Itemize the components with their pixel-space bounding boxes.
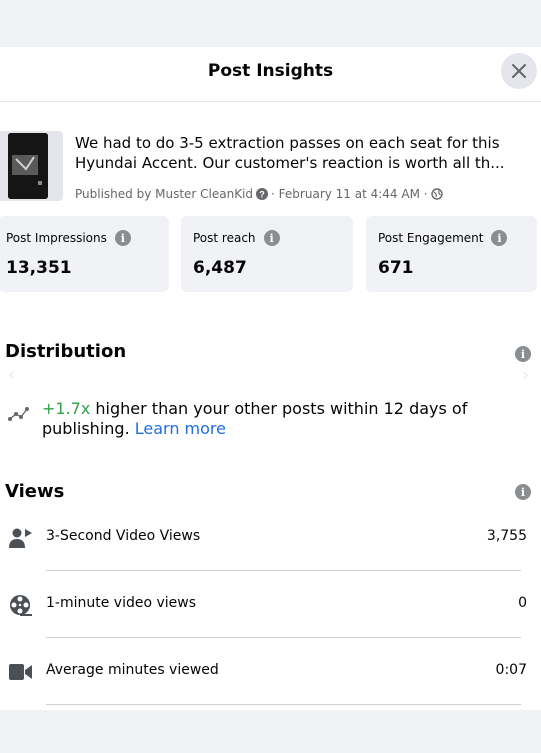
post-text-line: We had to do 3-5 extraction passes on ea… <box>75 134 500 152</box>
post-text: We had to do 3-5 extraction passes on ea… <box>75 133 535 173</box>
svg-text:?: ? <box>259 190 265 200</box>
info-icon[interactable]: i <box>491 230 508 246</box>
post-date: · February 11 at 4:44 AM · <box>271 187 428 201</box>
carousel-right-icon[interactable]: › <box>523 365 529 384</box>
metric-label: Post Engagement <box>378 231 484 245</box>
post-preview[interactable]: We had to do 3-5 extraction passes on ea… <box>0 121 541 211</box>
view-value: 3,755 <box>486 528 527 544</box>
post-meta: Published by Muster CleanKid ? · Februar… <box>75 187 443 201</box>
view-value: 0:07 <box>495 662 527 678</box>
metric-value: 13,351 <box>6 258 72 278</box>
dialog-title: Post Insights <box>207 61 334 81</box>
video-thumbnail-image <box>8 133 48 199</box>
close-button[interactable] <box>501 53 537 89</box>
divider <box>46 704 521 705</box>
metric-label: Post reach <box>193 231 256 245</box>
info-icon[interactable]: i <box>515 484 531 500</box>
distribution-title: Distribution <box>5 341 127 362</box>
trend-icon <box>8 407 29 421</box>
divider <box>46 637 521 638</box>
distribution-text: +1.7x higher than your other posts withi… <box>42 399 502 439</box>
distribution-row: +1.7x higher than your other posts withi… <box>0 399 541 447</box>
info-icon[interactable]: i <box>515 346 531 362</box>
view-label: 1-minute video views <box>46 595 197 611</box>
person-video-icon <box>9 528 32 548</box>
publisher-label: Published by Muster CleanKid <box>75 187 254 201</box>
info-icon[interactable]: i <box>263 230 280 246</box>
metric-label: Post Impressions <box>6 231 107 245</box>
view-value: 0 <box>518 595 527 611</box>
multiplier-value: +1.7x <box>42 399 91 418</box>
distribution-description: higher than your other posts within 12 d… <box>42 399 468 438</box>
question-icon[interactable]: ? <box>256 188 269 200</box>
view-row-3-second: 3-Second Video Views 3,755 <box>0 505 541 571</box>
metric-card-engagement: Post Engagement i 671 <box>366 216 537 292</box>
film-reel-icon <box>10 595 32 616</box>
post-insights-dialog: Post Insights We had to do 3-5 extractio… <box>0 47 541 710</box>
globe-icon <box>430 188 443 200</box>
divider <box>46 570 521 571</box>
close-icon <box>512 64 526 78</box>
post-text-line: Hyundai Accent. Our customer's reaction … <box>75 154 505 172</box>
view-label: Average minutes viewed <box>46 662 219 678</box>
view-row-average-minutes: Average minutes viewed 0:07 <box>0 639 541 705</box>
metric-card-impressions: Post Impressions i 13,351 <box>0 216 169 292</box>
view-row-1-minute: 1-minute video views 0 <box>0 572 541 638</box>
dialog-header: Post Insights <box>0 47 541 102</box>
metric-card-reach: Post reach i 6,487 <box>181 216 353 292</box>
metric-value: 6,487 <box>193 258 247 278</box>
video-camera-icon <box>9 664 32 680</box>
views-title: Views <box>5 481 65 502</box>
learn-more-link[interactable]: Learn more <box>135 419 226 438</box>
view-label: 3-Second Video Views <box>46 528 201 544</box>
info-icon[interactable]: i <box>114 230 131 246</box>
metric-value: 671 <box>378 258 414 278</box>
carousel-left-icon[interactable]: ‹ <box>8 365 14 384</box>
post-thumbnail[interactable] <box>0 131 63 201</box>
